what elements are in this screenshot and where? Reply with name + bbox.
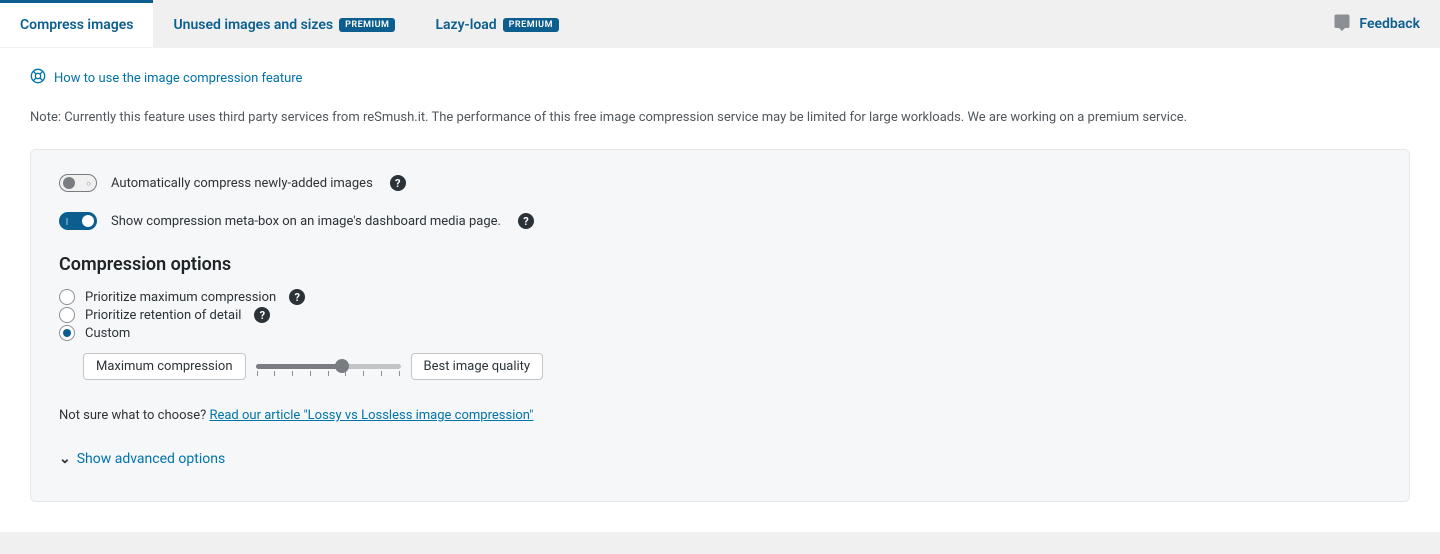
help-link[interactable]: How to use the image compression feature: [30, 68, 1410, 88]
slider-min-label: Maximum compression: [83, 353, 246, 380]
toggle-meta-box[interactable]: |: [59, 212, 97, 230]
article-prefix: Not sure what to choose?: [59, 408, 209, 423]
toggle-label: Automatically compress newly-added image…: [111, 176, 373, 191]
tab-bar: Compress images Unused images and sizes …: [0, 0, 1440, 48]
radio-label: Prioritize maximum compression: [85, 290, 276, 305]
tabs-group: Compress images Unused images and sizes …: [0, 0, 579, 47]
toggle-indicator: |: [66, 217, 68, 226]
lifesaver-icon: [30, 68, 46, 88]
radio-row-custom: Custom: [59, 325, 1381, 341]
toggle-knob: [63, 177, 75, 189]
help-link-text: How to use the image compression feature: [54, 71, 302, 86]
main-content: How to use the image compression feature…: [0, 48, 1440, 532]
tab-unused-images[interactable]: Unused images and sizes PREMIUM: [153, 0, 415, 47]
article-help-row: Not sure what to choose? Read our articl…: [59, 408, 1381, 423]
note-text: Note: Currently this feature uses third …: [30, 110, 1410, 125]
help-icon[interactable]: ?: [254, 307, 270, 323]
radio-row-retention: Prioritize retention of detail ?: [59, 307, 1381, 323]
toggle-auto-compress[interactable]: ○: [59, 174, 97, 192]
radio-max-compression[interactable]: [59, 289, 75, 305]
premium-badge: PREMIUM: [339, 18, 395, 32]
slider-track: [256, 364, 401, 369]
chevron-down-icon: ⌄: [59, 451, 71, 467]
tab-label: Lazy-load: [435, 17, 496, 33]
tab-label: Unused images and sizes: [173, 17, 333, 33]
slider-ticks: [256, 371, 401, 376]
radio-retention[interactable]: [59, 307, 75, 323]
show-advanced-toggle[interactable]: ⌄ Show advanced options: [59, 451, 1381, 467]
feedback-label: Feedback: [1359, 16, 1420, 32]
premium-badge: PREMIUM: [503, 18, 559, 32]
tab-label: Compress images: [20, 17, 133, 33]
slider-max-label: Best image quality: [411, 353, 544, 380]
toggle-knob: [82, 215, 94, 227]
quality-slider[interactable]: [256, 358, 401, 376]
radio-label: Custom: [85, 326, 130, 341]
quality-slider-row: Maximum compression Best image quality: [83, 353, 1381, 380]
feedback-link[interactable]: Feedback: [1333, 13, 1440, 35]
help-icon[interactable]: ?: [289, 289, 305, 305]
advanced-label: Show advanced options: [77, 451, 225, 467]
speech-bubble-icon: [1333, 13, 1351, 35]
tab-lazy-load[interactable]: Lazy-load PREMIUM: [415, 0, 579, 47]
radio-label: Prioritize retention of detail: [85, 308, 241, 323]
radio-custom[interactable]: [59, 325, 75, 341]
help-icon[interactable]: ?: [390, 175, 406, 191]
toggle-indicator: ○: [86, 179, 91, 188]
toggle-label: Show compression meta-box on an image's …: [111, 214, 501, 229]
toggle-row-auto-compress: ○ Automatically compress newly-added ima…: [59, 174, 1381, 192]
slider-fill: [256, 364, 340, 369]
article-link[interactable]: Read our article "Lossy vs Lossless imag…: [209, 408, 533, 423]
compression-options-title: Compression options: [59, 254, 1381, 275]
toggle-row-meta-box: | Show compression meta-box on an image'…: [59, 212, 1381, 230]
radio-row-max-compression: Prioritize maximum compression ?: [59, 289, 1381, 305]
tab-compress-images[interactable]: Compress images: [0, 0, 153, 47]
compression-radio-group: Prioritize maximum compression ? Priorit…: [59, 289, 1381, 341]
settings-panel: ○ Automatically compress newly-added ima…: [30, 149, 1410, 502]
help-icon[interactable]: ?: [518, 213, 534, 229]
